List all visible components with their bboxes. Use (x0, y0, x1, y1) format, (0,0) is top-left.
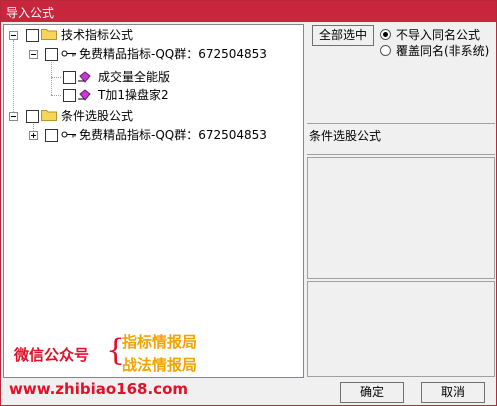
tree-node-label: 免费精品指标-QQ群：672504853 (79, 128, 267, 142)
folder-icon (41, 110, 57, 121)
info-header-panel: 条件选股公式 (307, 123, 495, 155)
formula-icon (78, 71, 91, 83)
tree-line (51, 95, 61, 96)
no-import-radio[interactable] (380, 29, 391, 40)
key-icon (61, 131, 76, 138)
info-panel-middle (307, 157, 495, 279)
collapse-toggle[interactable] (29, 50, 38, 59)
checkbox[interactable] (63, 71, 76, 84)
tree-node-label: 免费精品指标-QQ群：672504853 (79, 47, 267, 61)
watermark-line2: 战法情报局 (122, 356, 198, 374)
tree-node-label: 成交量全能版 (98, 70, 171, 84)
info-panel-bottom (307, 281, 495, 377)
collapse-toggle[interactable] (9, 31, 18, 40)
watermark-line1: 指标情报局 (122, 333, 198, 351)
title-bar[interactable]: 导入公式 (1, 1, 496, 22)
checkbox[interactable] (45, 48, 58, 61)
tree-node-label: 条件选股公式 (61, 109, 134, 123)
window-title: 导入公式 (6, 6, 55, 20)
checkbox[interactable] (45, 129, 58, 142)
formula-tree[interactable]: 技术指标公式 免费精品指标-QQ群：672504853 成交量全能版 T加1操盘… (3, 24, 304, 378)
tree-node-label: 技术指标公式 (61, 28, 134, 42)
info-panel-label: 条件选股公式 (309, 129, 382, 143)
key-icon (61, 50, 76, 57)
tree-node-label: T加1操盘家2 (98, 88, 169, 102)
ok-button[interactable]: 确定 (340, 382, 404, 403)
checkbox[interactable] (26, 110, 39, 123)
collapse-toggle[interactable] (9, 112, 18, 121)
watermark-wechat: 微信公众号 (14, 346, 90, 364)
folder-icon (41, 29, 57, 40)
watermark-url: www.zhibiao168.com (9, 380, 189, 398)
overwrite-radio[interactable] (380, 45, 391, 56)
formula-icon (78, 89, 91, 101)
checkbox[interactable] (63, 89, 76, 102)
select-all-button[interactable]: 全部选中 (312, 25, 374, 46)
tree-line (13, 40, 14, 120)
import-formula-dialog: 导入公式 技术指标公式 免费精品指标-QQ群：672504853 成交量全能版 … (0, 0, 497, 406)
expand-toggle[interactable] (29, 131, 38, 140)
checkbox[interactable] (26, 29, 39, 42)
tree-line (51, 77, 61, 78)
cancel-button[interactable]: 取消 (421, 382, 485, 403)
no-import-label[interactable]: 不导入同名公式 (396, 26, 480, 43)
overwrite-label[interactable]: 覆盖同名(非系统) (396, 42, 489, 59)
